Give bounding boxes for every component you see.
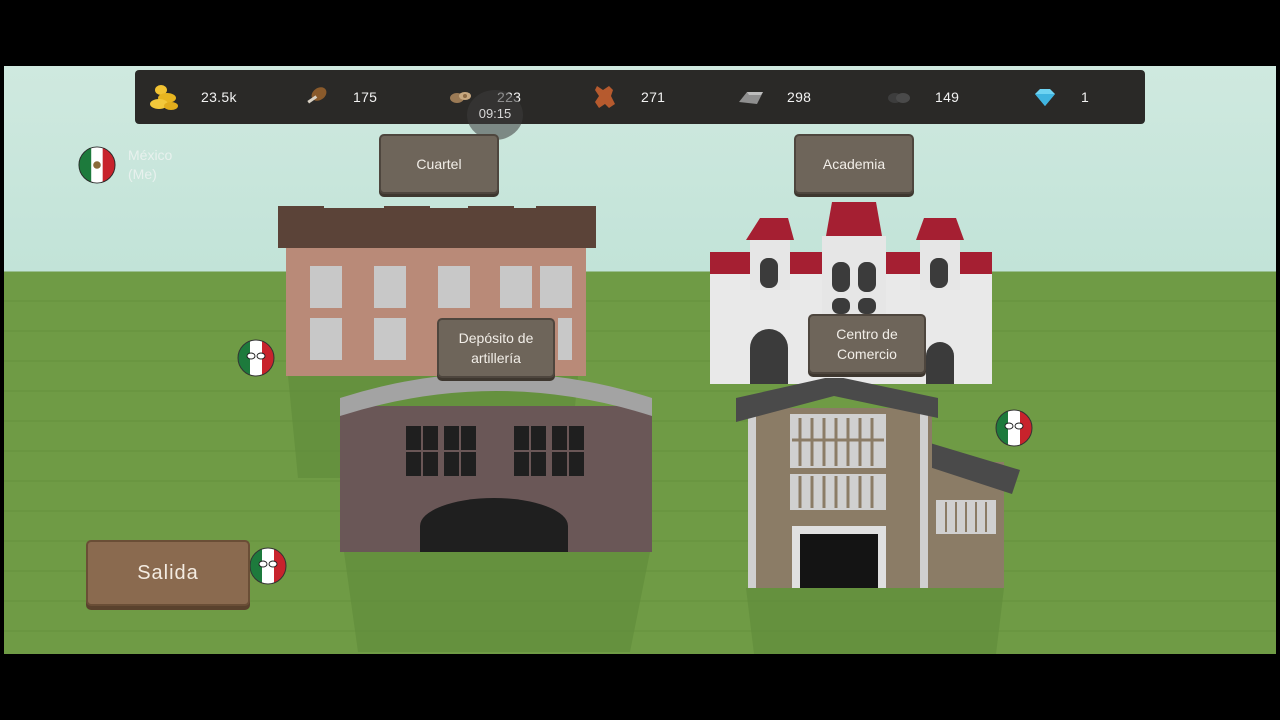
diamond-icon	[1035, 89, 1055, 106]
clock-overlay: 09:15	[467, 90, 523, 140]
gold-coins-icon	[150, 85, 178, 110]
iron-ingot-icon	[739, 92, 763, 104]
mexico-unit-ball-icon[interactable]	[248, 546, 288, 586]
trade-center-button[interactable]: Centro de Comercio	[808, 314, 926, 374]
player-indicator: México (Me)	[78, 146, 172, 184]
coal-icon	[888, 93, 910, 103]
exit-button[interactable]: Salida	[86, 540, 250, 606]
mexico-unit-ball-icon[interactable]	[994, 408, 1034, 448]
artillery-depot-building[interactable]	[338, 376, 658, 652]
leather-hide-icon	[595, 86, 615, 108]
mexico-flag-ball-icon	[78, 146, 116, 184]
barracks-button[interactable]: Cuartel	[379, 134, 499, 194]
coal-value: 149	[935, 89, 960, 105]
academy-button[interactable]: Academia	[794, 134, 914, 194]
diamond-value: 1	[1081, 89, 1090, 105]
mexico-unit-ball-icon[interactable]	[236, 338, 276, 378]
game-viewport: 23.5k 175 223 271 298	[4, 66, 1276, 654]
gold-value: 23.5k	[201, 89, 237, 105]
food-value: 175	[353, 89, 378, 105]
drumstick-food-icon	[307, 87, 327, 104]
player-name: México (Me)	[128, 147, 173, 182]
trade-center-building[interactable]	[734, 378, 1024, 654]
iron-value: 298	[787, 89, 812, 105]
resource-bar: 23.5k 175 223 271 298	[135, 70, 1145, 124]
leather-value: 271	[641, 89, 666, 105]
artillery-depot-button[interactable]: Depósito de artillería	[437, 318, 555, 378]
